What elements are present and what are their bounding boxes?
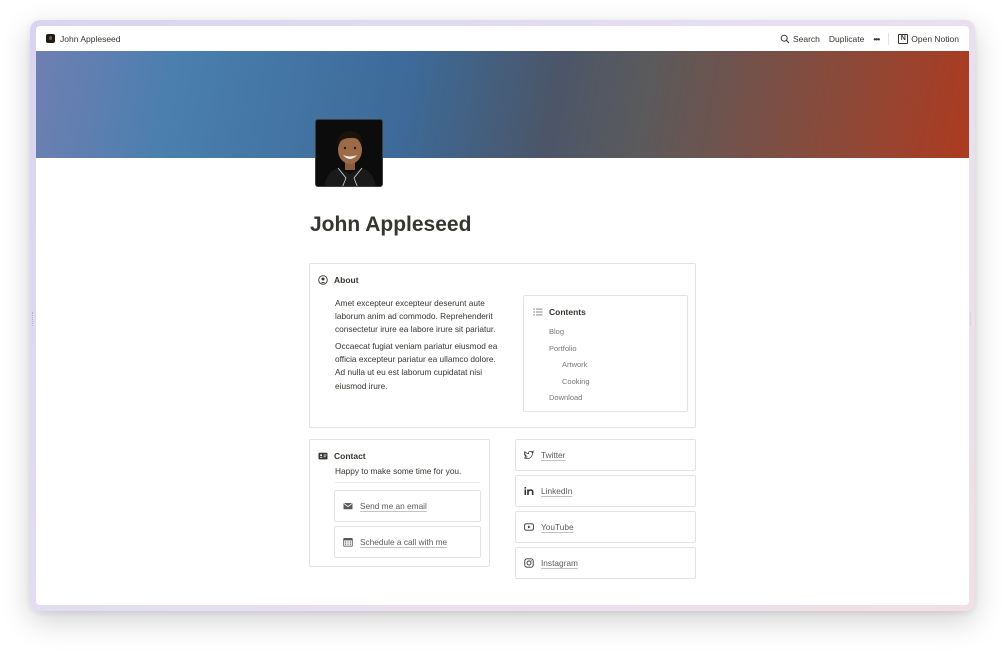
- twitter-icon: [524, 450, 534, 460]
- more-icon: •••: [873, 33, 880, 44]
- toc-item-blog[interactable]: Blog: [549, 324, 590, 341]
- resize-handle-right[interactable]: [970, 312, 973, 326]
- toc-item-download[interactable]: Download: [549, 390, 590, 407]
- linkedin-link[interactable]: LinkedIn: [515, 475, 696, 507]
- send-email-button[interactable]: Send me an email: [334, 490, 481, 522]
- toc-list: Blog Portfolio Artwork Cooking Download: [549, 324, 590, 407]
- about-heading: About: [318, 275, 359, 285]
- top-bar: John Appleseed Search Duplicate ••• N Op…: [36, 26, 969, 51]
- more-options-button[interactable]: •••: [873, 33, 880, 44]
- duplicate-button[interactable]: Duplicate: [829, 34, 864, 44]
- contact-card-icon: [318, 451, 328, 461]
- contents-heading-text: Contents: [549, 307, 586, 317]
- top-actions: Search Duplicate ••• N Open Notion: [780, 32, 959, 45]
- send-email-label: Send me an email: [360, 501, 427, 511]
- open-notion-button[interactable]: N Open Notion: [898, 33, 959, 44]
- contact-heading: Contact: [318, 451, 366, 461]
- linkedin-label: LinkedIn: [541, 486, 573, 496]
- instagram-link[interactable]: Instagram: [515, 547, 696, 579]
- youtube-icon: [524, 522, 534, 532]
- linkedin-icon: [524, 486, 534, 496]
- resize-handle-left[interactable]: [32, 312, 35, 326]
- page-title[interactable]: John Appleseed: [310, 213, 471, 237]
- list-icon: [533, 307, 543, 317]
- calendar-icon: [343, 537, 353, 547]
- browser-window: John Appleseed Search Duplicate ••• N Op…: [36, 26, 969, 605]
- profile-photo[interactable]: [315, 119, 383, 187]
- breadcrumb[interactable]: John Appleseed: [46, 34, 121, 44]
- youtube-label: YouTube: [541, 522, 574, 532]
- table-of-contents: Contents Blog Portfolio Artwork Cooking …: [523, 295, 688, 412]
- schedule-call-label: Schedule a call with me: [360, 537, 448, 547]
- search-icon: [780, 34, 790, 44]
- toc-item-portfolio[interactable]: Portfolio: [549, 341, 590, 358]
- contact-subtitle: Happy to make some time for you.: [335, 466, 462, 476]
- toc-item-artwork[interactable]: Artwork: [549, 357, 590, 374]
- about-paragraph-1: Amet excepteur excepteur deserunt aute l…: [335, 298, 496, 335]
- schedule-call-button[interactable]: Schedule a call with me: [334, 526, 481, 558]
- cover-image[interactable]: [36, 51, 969, 158]
- notion-logo-icon: N: [898, 33, 909, 44]
- twitter-link[interactable]: Twitter: [515, 439, 696, 471]
- page-icon: [46, 34, 55, 43]
- breadcrumb-title: John Appleseed: [60, 33, 121, 44]
- duplicate-label: Duplicate: [828, 33, 865, 44]
- instagram-icon: [524, 558, 534, 568]
- search-button[interactable]: Search: [780, 34, 820, 44]
- toc-item-cooking[interactable]: Cooking: [549, 374, 590, 391]
- contact-heading-text: Contact: [334, 451, 366, 461]
- user-circle-icon: [318, 275, 328, 285]
- divider: [335, 482, 480, 483]
- open-notion-label: Open Notion: [911, 33, 959, 44]
- topbar-divider: [888, 32, 890, 45]
- about-paragraph-2: Occaecat fugiat veniam pariatur eiusmod …: [335, 341, 498, 391]
- twitter-label: Twitter: [541, 450, 566, 460]
- youtube-link[interactable]: YouTube: [515, 511, 696, 543]
- envelope-icon: [343, 501, 353, 511]
- about-text: Amet excepteur excepteur deserunt aute l…: [335, 297, 505, 397]
- contact-card: Contact Happy to make some time for you.…: [309, 439, 490, 567]
- search-label: Search: [792, 33, 820, 44]
- contents-heading: Contents: [533, 307, 586, 317]
- about-heading-text: About: [334, 275, 359, 285]
- about-card: About Amet excepteur excepteur deserunt …: [309, 263, 696, 428]
- instagram-label: Instagram: [541, 558, 578, 568]
